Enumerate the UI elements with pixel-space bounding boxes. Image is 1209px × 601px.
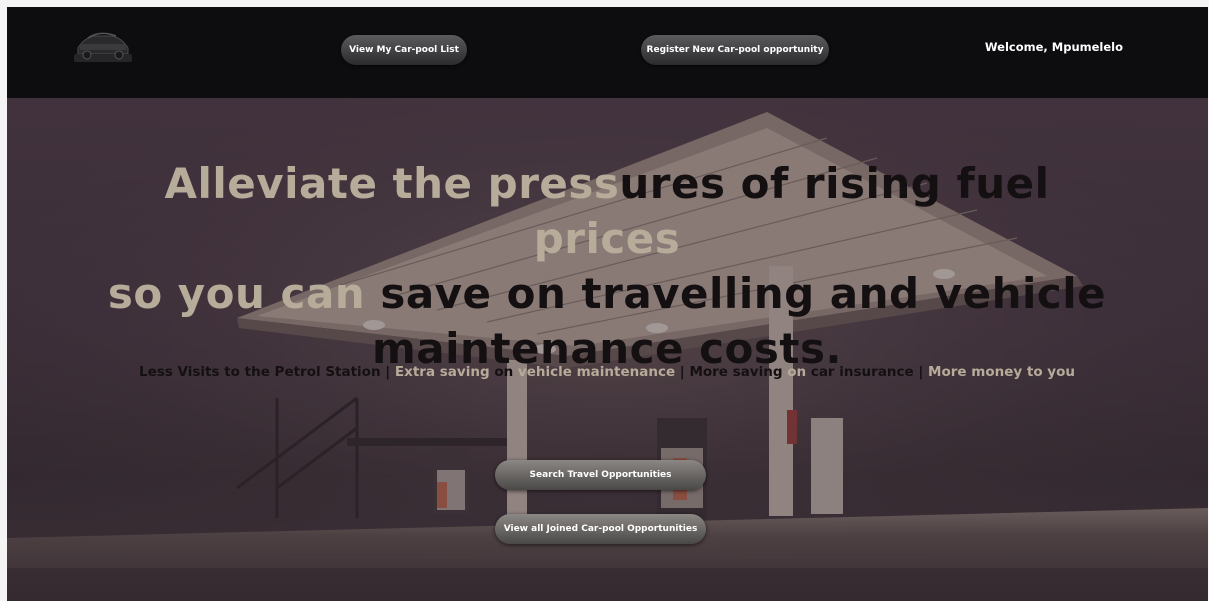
- car-logo-icon[interactable]: [70, 24, 136, 68]
- benefit-maintenance-a: Extra saving: [394, 364, 495, 380]
- headline-line1-part-c: prices: [533, 214, 681, 263]
- benefit-insurance-c: car insurance |: [810, 364, 929, 380]
- welcome-user-text: Welcome, Mpumelelo: [984, 40, 1123, 54]
- benefit-insurance-a: | More saving: [675, 364, 788, 380]
- view-joined-carpool-button[interactable]: View all Joined Car-pool Opportunities: [495, 514, 706, 544]
- view-carpool-list-button[interactable]: View My Car-pool List: [341, 35, 467, 65]
- headline-line1-part-b: ures of rising fuel: [619, 159, 1050, 208]
- top-navbar: View My Car-pool List Register New Car-p…: [7, 7, 1208, 98]
- benefit-more-money: More money to you: [928, 364, 1075, 380]
- benefit-maintenance-c: vehicle maintenance: [517, 364, 676, 380]
- page: View My Car-pool List Register New Car-p…: [7, 7, 1208, 601]
- benefits-tagline: Less Visits to the Petrol Station | Extr…: [67, 364, 1147, 380]
- headline-line2-part-b: save on travelling and vehicle: [380, 269, 1107, 318]
- search-travel-opportunities-button[interactable]: Search Travel Opportunities: [495, 460, 706, 490]
- register-carpool-button[interactable]: Register New Car-pool opportunity: [641, 35, 829, 65]
- headline-line2-part-a: so you can: [107, 269, 381, 318]
- benefit-insurance-b: on: [787, 364, 811, 380]
- hero-headline: Alleviate the pressures of rising fuel p…: [107, 156, 1107, 376]
- hero-section: Alleviate the pressures of rising fuel p…: [7, 98, 1208, 601]
- headline-line1-part-a: Alleviate the press: [164, 159, 620, 208]
- benefit-maintenance-b: on: [494, 364, 518, 380]
- benefit-petrol-visits: Less Visits to the Petrol Station |: [138, 364, 395, 380]
